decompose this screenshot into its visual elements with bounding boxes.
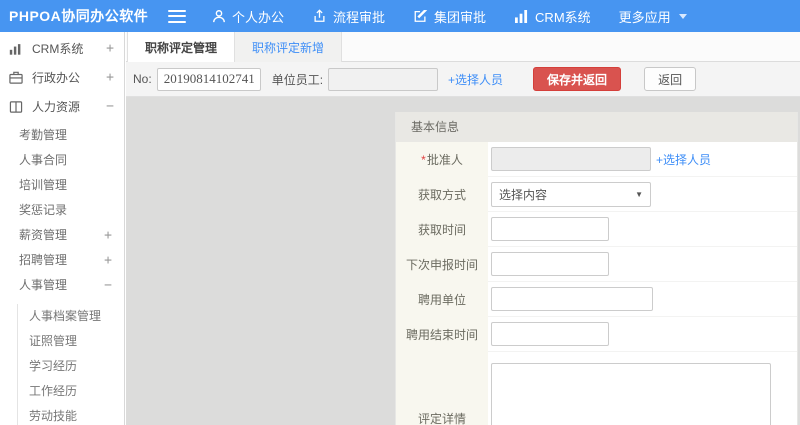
nav-crm-system[interactable]: CRM系统 [514, 7, 591, 26]
collapse-toggle[interactable]: − [104, 273, 112, 298]
field-label: 下次申报时间 [396, 247, 488, 282]
sidebar-item-certificates[interactable]: 证照管理 [18, 329, 124, 354]
next-apply-time-input[interactable] [491, 252, 609, 276]
personnel-submenu: 人事档案管理 证照管理 学习经历 工作经历 劳动技能 社会关系 [17, 304, 124, 425]
acquire-time-input[interactable] [491, 217, 609, 241]
hamburger-menu-icon[interactable] [168, 9, 186, 23]
form-row-approver: * 批准人 +选择人员 [396, 142, 797, 177]
expand-toggle[interactable]: + [106, 41, 114, 56]
sidebar-item-labor-skills[interactable]: 劳动技能 [18, 404, 124, 425]
sidebar-item-label: 行政办公 [32, 71, 81, 85]
employee-input[interactable] [328, 67, 439, 91]
toolbar: No: 单位员工: +选择人员 保存并返回 返回 [126, 62, 800, 97]
sidebar-item-label: 人力资源 [32, 100, 81, 114]
employee-label: 单位员工: [271, 72, 324, 87]
nav-label: 集团审批 [434, 9, 487, 25]
sidebar-item-crm[interactable]: CRM系统 + [0, 34, 124, 63]
caret-down-icon [678, 13, 687, 19]
select-caret-icon: ▼ [635, 189, 643, 199]
required-marker: * [421, 152, 426, 167]
chart-bars-icon [9, 43, 24, 55]
crm-chart-icon [514, 9, 529, 23]
expand-toggle[interactable]: + [106, 70, 114, 85]
nav-label: 流程审批 [333, 9, 386, 25]
content-area: 基本信息 * 批准人 +选择人员 获取方式 选择内容 ▼ 获取时间 下次申报时间… [126, 97, 800, 425]
sidebar-item-salary[interactable]: 薪资管理 + [0, 223, 124, 248]
sidebar-item-hr-contract[interactable]: 人事合同 [0, 148, 124, 173]
evaluation-detail-textarea[interactable] [491, 363, 771, 425]
field-label: 聘用单位 [396, 282, 488, 317]
sidebar-item-personnel-files[interactable]: 人事档案管理 [18, 304, 124, 329]
nav-workflow-approval[interactable]: 流程审批 [312, 7, 385, 26]
field-label: 聘用结束时间 [396, 317, 488, 352]
sidebar-item-hr[interactable]: 人力资源 − [0, 92, 124, 121]
nav-label: CRM系统 [535, 9, 591, 25]
workflow-approve-icon [312, 9, 327, 23]
sidebar-item-attendance[interactable]: 考勤管理 [0, 123, 124, 148]
form-row-acquire-method: 获取方式 选择内容 ▼ [396, 177, 797, 212]
selected-option: 选择内容 [499, 187, 548, 202]
acquire-method-select[interactable]: 选择内容 ▼ [491, 181, 651, 207]
person-icon [212, 9, 226, 23]
sidebar-item-training[interactable]: 培训管理 [0, 173, 124, 198]
main-area: 职称评定管理 职称评定新增 No: 单位员工: +选择人员 保存并返回 返回 基… [126, 32, 800, 425]
tab-title-evaluation-manage[interactable]: 职称评定管理 [127, 32, 236, 62]
nav-group-approval[interactable]: 集团审批 [413, 7, 486, 26]
tab-title-evaluation-new[interactable]: 职称评定新增 [235, 32, 343, 62]
nav-label: 个人办公 [232, 9, 285, 25]
book-icon [9, 100, 24, 113]
form-row-evaluation-detail: 评定详情 [396, 352, 797, 425]
form-row-acquire-time: 获取时间 [396, 212, 797, 247]
select-person-link[interactable]: +选择人员 [448, 71, 503, 88]
return-button[interactable]: 返回 [644, 67, 697, 91]
form-row-next-apply-time: 下次申报时间 [396, 247, 797, 282]
field-label: 获取方式 [396, 177, 488, 212]
expand-toggle[interactable]: + [104, 223, 112, 248]
form-row-employ-unit: 聘用单位 [396, 282, 797, 317]
no-input[interactable] [156, 67, 261, 91]
employ-end-time-input[interactable] [491, 322, 609, 346]
group-approve-icon [413, 9, 428, 23]
briefcase-icon [9, 71, 24, 84]
nav-more-apps[interactable]: 更多应用 [619, 7, 687, 26]
field-label: * 批准人 [396, 142, 488, 177]
panel-title: 基本信息 [396, 112, 797, 142]
nav-label: 更多应用 [618, 9, 671, 25]
field-label: 获取时间 [396, 212, 488, 247]
sidebar-item-reward-punish[interactable]: 奖惩记录 [0, 198, 124, 223]
expand-toggle[interactable]: + [104, 248, 112, 273]
basic-info-panel: 基本信息 * 批准人 +选择人员 获取方式 选择内容 ▼ 获取时间 下次申报时间… [395, 112, 798, 425]
sidebar-item-recruitment[interactable]: 招聘管理 + [0, 248, 124, 273]
hr-submenu: 考勤管理 人事合同 培训管理 奖惩记录 薪资管理 + 招聘管理 + 人事管理 − [0, 121, 124, 302]
nav-personal-office[interactable]: 个人办公 [212, 7, 284, 26]
save-and-return-button[interactable]: 保存并返回 [533, 67, 622, 91]
approver-select-person-link[interactable]: +选择人员 [656, 151, 711, 168]
field-label: 评定详情 [396, 352, 488, 425]
approver-input[interactable] [491, 147, 651, 171]
sidebar-item-admin-office[interactable]: 行政办公 + [0, 63, 124, 92]
collapse-toggle[interactable]: − [106, 99, 114, 114]
sidebar-item-education-history[interactable]: 学习经历 [18, 354, 124, 379]
app-header: PHPOA协同办公软件 个人办公 流程审批 集团审批 CRM系统 更多应用 [0, 0, 800, 32]
sidebar-item-work-history[interactable]: 工作经历 [18, 379, 124, 404]
form-row-employ-end-time: 聘用结束时间 [396, 317, 797, 352]
no-label: No: [133, 72, 152, 86]
sidebar: CRM系统 + 行政办公 + 人力资源 − 考勤管理 人事合同 培训管理 奖惩记… [0, 32, 125, 425]
sidebar-item-label: CRM系统 [32, 42, 84, 56]
sidebar-item-personnel[interactable]: 人事管理 − [0, 273, 124, 298]
app-logo: PHPOA协同办公软件 [9, 8, 149, 24]
employ-unit-input[interactable] [491, 287, 653, 311]
tab-bar: 职称评定管理 职称评定新增 [126, 32, 800, 62]
